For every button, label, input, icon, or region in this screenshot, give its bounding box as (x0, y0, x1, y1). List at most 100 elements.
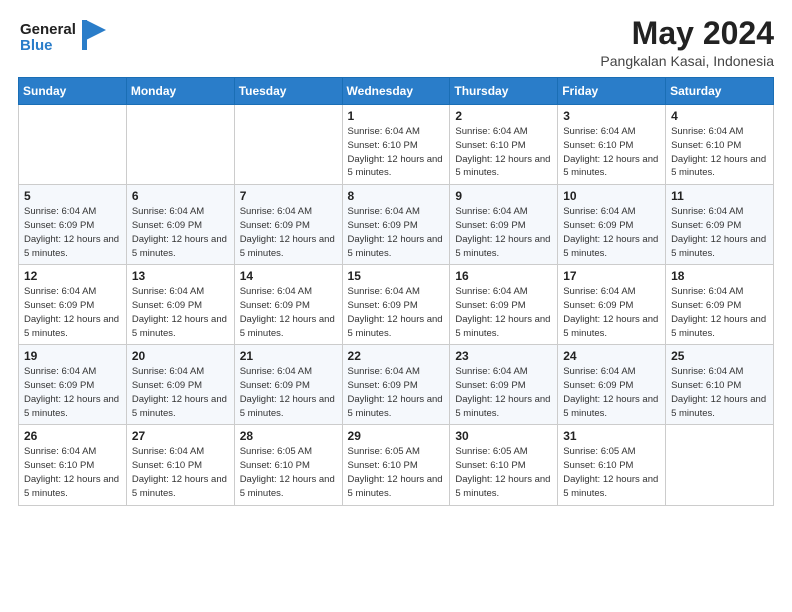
day-info: Sunrise: 6:04 AMSunset: 6:10 PMDaylight:… (455, 125, 552, 180)
calendar-cell: 29 Sunrise: 6:05 AMSunset: 6:10 PMDayligh… (342, 425, 450, 505)
calendar-week-row: 26 Sunrise: 6:04 AMSunset: 6:10 PMDayligh… (19, 425, 774, 505)
calendar-cell: 23 Sunrise: 6:04 AMSunset: 6:09 PMDayligh… (450, 345, 558, 425)
calendar-cell: 2 Sunrise: 6:04 AMSunset: 6:10 PMDaylight… (450, 105, 558, 185)
calendar-cell: 22 Sunrise: 6:04 AMSunset: 6:09 PMDayligh… (342, 345, 450, 425)
day-info: Sunrise: 6:04 AMSunset: 6:09 PMDaylight:… (132, 285, 229, 340)
calendar-cell: 25 Sunrise: 6:04 AMSunset: 6:10 PMDayligh… (666, 345, 774, 425)
day-number: 14 (240, 269, 337, 283)
day-number: 28 (240, 429, 337, 443)
day-number: 13 (132, 269, 229, 283)
day-number: 17 (563, 269, 660, 283)
day-info: Sunrise: 6:04 AMSunset: 6:09 PMDaylight:… (348, 365, 445, 420)
day-info: Sunrise: 6:04 AMSunset: 6:09 PMDaylight:… (348, 285, 445, 340)
day-number: 27 (132, 429, 229, 443)
day-info: Sunrise: 6:04 AMSunset: 6:09 PMDaylight:… (455, 285, 552, 340)
calendar-table: Sunday Monday Tuesday Wednesday Thursday… (18, 77, 774, 505)
day-info: Sunrise: 6:04 AMSunset: 6:09 PMDaylight:… (240, 365, 337, 420)
day-number: 22 (348, 349, 445, 363)
calendar-cell: 9Sunrise: 6:04 AMSunset: 6:09 PMDaylight… (450, 185, 558, 265)
weekday-header-row: Sunday Monday Tuesday Wednesday Thursday… (19, 78, 774, 105)
day-info: Sunrise: 6:04 AMSunset: 6:09 PMDaylight:… (563, 285, 660, 340)
day-info: Sunrise: 6:04 AMSunset: 6:10 PMDaylight:… (671, 365, 768, 420)
calendar-cell: 30Sunrise: 6:05 AMSunset: 6:10 PMDayligh… (450, 425, 558, 505)
calendar-cell: 3Sunrise: 6:04 AMSunset: 6:10 PMDaylight… (558, 105, 666, 185)
day-info: Sunrise: 6:04 AMSunset: 6:09 PMDaylight:… (455, 365, 552, 420)
day-number: 20 (132, 349, 229, 363)
day-info: Sunrise: 6:04 AMSunset: 6:09 PMDaylight:… (671, 205, 768, 260)
day-info: Sunrise: 6:04 AMSunset: 6:09 PMDaylight:… (348, 205, 445, 260)
calendar-cell: 16 Sunrise: 6:04 AMSunset: 6:09 PMDayligh… (450, 265, 558, 345)
calendar-cell: 15Sunrise: 6:04 AMSunset: 6:09 PMDayligh… (342, 265, 450, 345)
calendar-cell: 18 Sunrise: 6:04 AMSunset: 6:09 PMDayligh… (666, 265, 774, 345)
logo: General Blue (18, 16, 108, 63)
day-number: 29 (348, 429, 445, 443)
calendar-week-row: 5 Sunrise: 6:04 AMSunset: 6:09 PMDaylight… (19, 185, 774, 265)
calendar-week-row: 1 Sunrise: 6:04 AMSunset: 6:10 PMDaylight… (19, 105, 774, 185)
day-info: Sunrise: 6:04 AMSunset: 6:10 PMDaylight:… (24, 445, 121, 500)
day-info: Sunrise: 6:04 AMSunset: 6:09 PMDaylight:… (455, 205, 552, 260)
day-info: Sunrise: 6:05 AMSunset: 6:10 PMDaylight:… (455, 445, 552, 500)
calendar-cell: 4 Sunrise: 6:04 AMSunset: 6:10 PMDaylight… (666, 105, 774, 185)
logo-icon: General Blue (18, 16, 108, 58)
day-number: 10 (563, 189, 660, 203)
day-number: 16 (455, 269, 552, 283)
day-info: Sunrise: 6:04 AMSunset: 6:10 PMDaylight:… (563, 125, 660, 180)
day-number: 23 (455, 349, 552, 363)
day-info: Sunrise: 6:04 AMSunset: 6:10 PMDaylight:… (132, 445, 229, 500)
title-block: May 2024 Pangkalan Kasai, Indonesia (600, 16, 774, 69)
calendar-cell: 11Sunrise: 6:04 AMSunset: 6:09 PMDayligh… (666, 185, 774, 265)
day-number: 12 (24, 269, 121, 283)
calendar-cell (234, 105, 342, 185)
day-number: 26 (24, 429, 121, 443)
calendar-cell: 5 Sunrise: 6:04 AMSunset: 6:09 PMDaylight… (19, 185, 127, 265)
day-number: 6 (132, 189, 229, 203)
calendar-cell: 10Sunrise: 6:04 AMSunset: 6:09 PMDayligh… (558, 185, 666, 265)
day-info: Sunrise: 6:05 AMSunset: 6:10 PMDaylight:… (563, 445, 660, 500)
day-number: 18 (671, 269, 768, 283)
day-number: 2 (455, 109, 552, 123)
calendar-cell: 12 Sunrise: 6:04 AMSunset: 6:09 PMDayligh… (19, 265, 127, 345)
day-number: 1 (348, 109, 445, 123)
day-info: Sunrise: 6:04 AMSunset: 6:09 PMDaylight:… (563, 365, 660, 420)
day-number: 8 (348, 189, 445, 203)
day-info: Sunrise: 6:04 AMSunset: 6:09 PMDaylight:… (132, 365, 229, 420)
header: General Blue May 2024 Pangkalan Kasai, I… (18, 16, 774, 69)
day-number: 7 (240, 189, 337, 203)
calendar-cell: 20 Sunrise: 6:04 AMSunset: 6:09 PMDayligh… (126, 345, 234, 425)
day-info: Sunrise: 6:04 AMSunset: 6:10 PMDaylight:… (348, 125, 445, 180)
calendar-title: May 2024 (600, 16, 774, 51)
calendar-cell: 8 Sunrise: 6:04 AMSunset: 6:09 PMDaylight… (342, 185, 450, 265)
header-monday: Monday (126, 78, 234, 105)
day-number: 31 (563, 429, 660, 443)
calendar-cell: 1 Sunrise: 6:04 AMSunset: 6:10 PMDaylight… (342, 105, 450, 185)
calendar-cell: 14 Sunrise: 6:04 AMSunset: 6:09 PMDayligh… (234, 265, 342, 345)
day-info: Sunrise: 6:04 AMSunset: 6:09 PMDaylight:… (24, 365, 121, 420)
day-number: 4 (671, 109, 768, 123)
header-wednesday: Wednesday (342, 78, 450, 105)
calendar-cell: 17 Sunrise: 6:04 AMSunset: 6:09 PMDayligh… (558, 265, 666, 345)
calendar-cell: 28 Sunrise: 6:05 AMSunset: 6:10 PMDayligh… (234, 425, 342, 505)
day-info: Sunrise: 6:05 AMSunset: 6:10 PMDaylight:… (240, 445, 337, 500)
day-number: 5 (24, 189, 121, 203)
day-info: Sunrise: 6:04 AMSunset: 6:09 PMDaylight:… (671, 285, 768, 340)
header-sunday: Sunday (19, 78, 127, 105)
calendar-cell: 27 Sunrise: 6:04 AMSunset: 6:10 PMDayligh… (126, 425, 234, 505)
header-thursday: Thursday (450, 78, 558, 105)
day-info: Sunrise: 6:04 AMSunset: 6:09 PMDaylight:… (24, 205, 121, 260)
day-info: Sunrise: 6:04 AMSunset: 6:09 PMDaylight:… (24, 285, 121, 340)
calendar-cell: 7Sunrise: 6:04 AMSunset: 6:09 PMDaylight… (234, 185, 342, 265)
day-info: Sunrise: 6:05 AMSunset: 6:10 PMDaylight:… (348, 445, 445, 500)
header-friday: Friday (558, 78, 666, 105)
day-number: 19 (24, 349, 121, 363)
day-info: Sunrise: 6:04 AMSunset: 6:09 PMDaylight:… (132, 205, 229, 260)
day-number: 25 (671, 349, 768, 363)
calendar-week-row: 12 Sunrise: 6:04 AMSunset: 6:09 PMDayligh… (19, 265, 774, 345)
day-info: Sunrise: 6:04 AMSunset: 6:10 PMDaylight:… (671, 125, 768, 180)
day-info: Sunrise: 6:04 AMSunset: 6:09 PMDaylight:… (240, 285, 337, 340)
day-number: 24 (563, 349, 660, 363)
calendar-cell (19, 105, 127, 185)
calendar-subtitle: Pangkalan Kasai, Indonesia (600, 53, 774, 69)
calendar-cell: 13 Sunrise: 6:04 AMSunset: 6:09 PMDayligh… (126, 265, 234, 345)
calendar-cell (666, 425, 774, 505)
header-tuesday: Tuesday (234, 78, 342, 105)
